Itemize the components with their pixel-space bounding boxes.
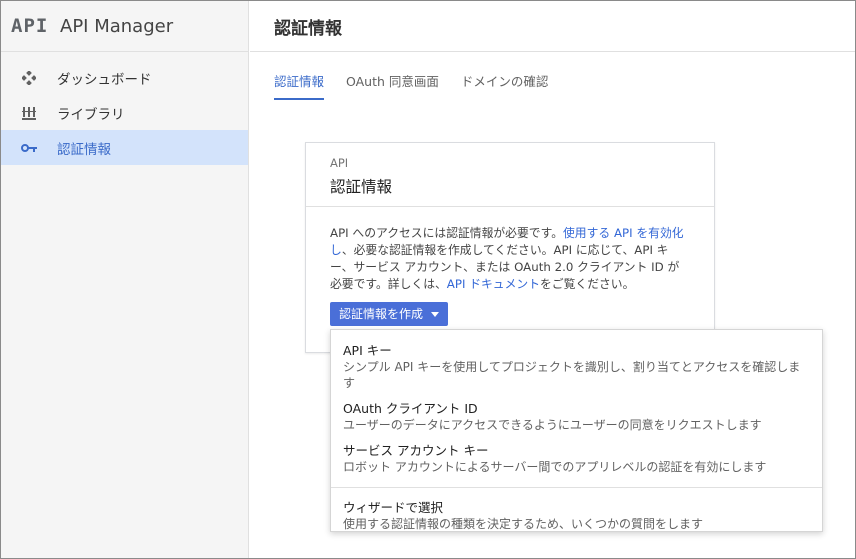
sidebar-nav: ダッシュボード ライブラリ 認証情報: [1, 60, 248, 165]
menu-item-desc: ロボット アカウントによるサーバー間でのアプリレベルの認証を有効にします: [343, 460, 767, 474]
menu-item-desc: ユーザーのデータにアクセスできるようにユーザーの同意をリクエストします: [343, 418, 762, 432]
card-description: API へのアクセスには認証情報が必要です。使用する API を有効化し、必要な…: [330, 225, 690, 293]
tab-credentials[interactable]: 認証情報: [274, 71, 325, 100]
card-kicker: API: [330, 156, 349, 170]
create-credentials-menu: API キー シンプル API キーを使用してプロジェクトを識別し、割り当てとア…: [330, 329, 823, 532]
credentials-card: API 認証情報 API へのアクセスには認証情報が必要です。使用する API …: [305, 142, 715, 353]
sidebar-item-label: ライブラリ: [57, 106, 125, 123]
dashboard-icon: [1, 70, 57, 85]
menu-item-oauth-client-id[interactable]: OAuth クライアント ID ユーザーのデータにアクセスできるようにユーザーの…: [331, 391, 822, 433]
card-body: API へのアクセスには認証情報が必要です。使用する API を有効化し、必要な…: [306, 207, 714, 326]
sidebar-item-dashboard[interactable]: ダッシュボード: [1, 60, 248, 95]
page-title: 認証情報: [274, 18, 342, 39]
sidebar-item-credentials[interactable]: 認証情報: [1, 130, 248, 165]
sidebar: API API Manager ダッシュボード ライブラリ 認証情報: [1, 1, 249, 558]
menu-item-wizard[interactable]: ウィザードで選択 使用する認証情報の種類を決定するため、いくつかの質問をします: [331, 488, 822, 532]
card-header: API 認証情報: [306, 143, 714, 207]
tab-domain-verification[interactable]: ドメインの確認: [461, 71, 549, 100]
menu-item-desc: 使用する認証情報の種類を決定するため、いくつかの質問をします: [343, 517, 704, 531]
app-title: API Manager: [60, 15, 174, 37]
menu-item-title: ウィザードで選択: [343, 500, 444, 515]
main-content: 認証情報 認証情報 OAuth 同意画面 ドメインの確認 API 認証情報 AP…: [250, 1, 855, 558]
create-credentials-button[interactable]: 認証情報を作成: [330, 302, 449, 326]
menu-item-title: API キー: [343, 343, 392, 358]
sidebar-item-library[interactable]: ライブラリ: [1, 95, 248, 130]
page-header: 認証情報: [250, 1, 855, 52]
key-icon: [1, 143, 57, 153]
brand: API API Manager: [1, 1, 248, 52]
menu-item-title: OAuth クライアント ID: [343, 401, 478, 416]
api-docs-link[interactable]: API ドキュメント: [447, 277, 540, 291]
menu-item-api-key[interactable]: API キー シンプル API キーを使用してプロジェクトを識別し、割り当てとア…: [331, 330, 822, 391]
desc-text-3: をご覧ください。: [540, 277, 635, 291]
menu-item-service-account-key[interactable]: サービス アカウント キー ロボット アカウントによるサーバー間でのアプリレベル…: [331, 433, 822, 487]
desc-text-1: API へのアクセスには認証情報が必要です。: [330, 226, 563, 240]
sidebar-item-label: ダッシュボード: [57, 71, 152, 88]
sidebar-item-label: 認証情報: [57, 141, 111, 158]
card-title: 認証情報: [330, 178, 393, 196]
api-logo: API: [11, 15, 49, 37]
menu-item-title: サービス アカウント キー: [343, 443, 489, 458]
create-credentials-label: 認証情報を作成: [339, 306, 424, 321]
tabs: 認証情報 OAuth 同意画面 ドメインの確認: [274, 71, 570, 100]
library-icon: [1, 106, 57, 120]
tab-oauth-consent[interactable]: OAuth 同意画面: [346, 71, 439, 100]
caret-down-icon: [431, 311, 440, 317]
menu-item-desc: シンプル API キーを使用してプロジェクトを識別し、割り当てとアクセスを確認し…: [343, 360, 801, 390]
